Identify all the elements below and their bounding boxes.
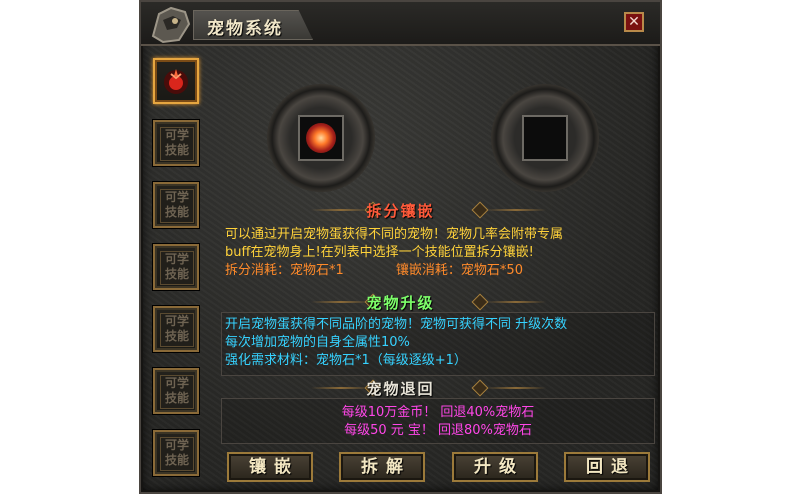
pet-system-window: 宠物系统 ✕ 可学技能 可学技能 可学技能 可学技能 可学技能 可学技能 拆分镶…: [139, 0, 662, 494]
section-title: 宠物退回: [366, 380, 435, 398]
upgrade-line: 每次增加宠物的自身全属性10%: [225, 335, 410, 350]
close-button[interactable]: ✕: [624, 12, 644, 32]
slot-label: 可学技能: [164, 252, 189, 281]
section-title: 拆分镶嵌: [366, 202, 435, 220]
ornament-line: [486, 387, 546, 389]
upgrade-button[interactable]: 升级: [452, 452, 538, 482]
ornament-line: [486, 209, 546, 211]
pet-socket-left[interactable]: [298, 115, 344, 161]
pet-slot-selected[interactable]: [153, 58, 199, 104]
split-desc-line: buff在宠物身上!在列表中选择一个技能位置拆分镶嵌!: [225, 245, 534, 260]
retreat-line: 每级50 元 宝！ 回退80%宠物石: [344, 423, 532, 438]
skill-slot[interactable]: 可学技能: [153, 244, 199, 290]
retreat-button[interactable]: 回退: [564, 452, 650, 482]
retreat-line: 每级10万金币！ 回退40%宠物石: [341, 405, 535, 420]
pet-inlay-ring-left: [267, 84, 375, 192]
split-button[interactable]: 拆解: [339, 452, 425, 482]
upgrade-description: 开启宠物蛋获得不同品阶的宠物！宠物可获得不同 升级次数 每次增加宠物的自身全属性…: [225, 316, 655, 370]
title-bar: 宠物系统 ✕: [141, 2, 660, 46]
cost-row: 拆分消耗：宠物石*1 镶嵌消耗：宠物石*50: [225, 262, 655, 280]
skill-slot[interactable]: 可学技能: [153, 306, 199, 352]
split-inlay-header: 拆分镶嵌: [141, 200, 660, 220]
ornament-line: [486, 301, 546, 303]
pet-upgrade-header: 宠物升级: [141, 292, 660, 312]
slot-label: 可学技能: [164, 314, 189, 343]
inlay-cost: 镶嵌消耗：宠物石*50: [395, 263, 523, 278]
skill-slot[interactable]: 可学技能: [153, 430, 199, 476]
dragon-emblem-icon: [151, 6, 191, 44]
red-pet-icon: [164, 69, 188, 94]
split-desc-line: 可以通过开启宠物蛋获得不同的宠物！宠物几率会附带专属: [225, 227, 564, 242]
section-title: 宠物升级: [366, 294, 435, 312]
split-description: 可以通过开启宠物蛋获得不同的宠物！宠物几率会附带专属 buff在宠物身上!在列表…: [225, 226, 655, 280]
upgrade-line: 强化需求材料：宠物石*1（每级逐级+1）: [225, 353, 467, 368]
split-cost: 拆分消耗：宠物石*1: [225, 263, 344, 278]
pet-socket-right[interactable]: [522, 115, 568, 161]
retreat-description: 每级10万金币！ 回退40%宠物石 每级50 元 宝！ 回退80%宠物石: [221, 404, 655, 440]
window-title: 宠物系统: [207, 19, 283, 39]
pet-gem-icon: [306, 123, 336, 153]
skill-slot[interactable]: 可学技能: [153, 120, 199, 166]
pet-inlay-ring-right: [491, 84, 599, 192]
slot-label: 可学技能: [164, 128, 189, 157]
pet-retreat-header: 宠物退回: [141, 378, 660, 398]
inlay-button[interactable]: 镶嵌: [227, 452, 313, 482]
slot-label: 可学技能: [164, 438, 189, 467]
upgrade-line: 开启宠物蛋获得不同品阶的宠物！宠物可获得不同 升级次数: [225, 317, 568, 332]
